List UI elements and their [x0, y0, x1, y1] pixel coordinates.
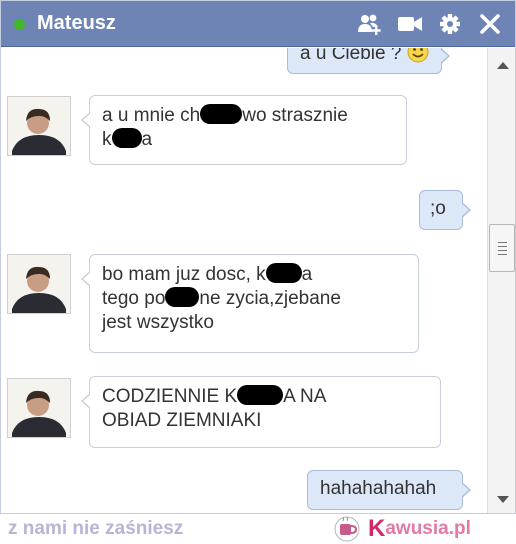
coffee-cup-icon [334, 516, 360, 542]
avatar-photo [8, 97, 70, 155]
brand-logo: Kawusia.pl [334, 515, 471, 542]
message-text: bo mam juz dosc, k [102, 264, 266, 285]
censor-bar [265, 263, 302, 283]
message-bubble-outgoing: ;o [419, 190, 471, 230]
censor-bar [200, 104, 243, 124]
contact-name[interactable]: Mateusz [37, 12, 116, 35]
message-bubble-outgoing: hahahahahah [307, 470, 471, 510]
avatar[interactable] [7, 96, 71, 156]
message-text: k [102, 129, 112, 150]
avatar[interactable] [7, 378, 71, 438]
avatar[interactable] [7, 254, 71, 314]
scroll-up-arrow-icon[interactable] [497, 62, 509, 69]
scroll-thumb[interactable] [489, 224, 515, 272]
scroll-down-arrow-icon[interactable] [497, 496, 509, 503]
grip-line [498, 254, 507, 255]
message-text: OBIAD ZIEMNIAKI [102, 410, 262, 431]
message-text: a [301, 264, 313, 285]
grip-line [498, 242, 507, 243]
message-text: a [141, 129, 153, 150]
message-text: a u mnie ch [102, 105, 201, 126]
chat-titlebar[interactable]: Mateusz [1, 1, 515, 47]
grip-line [498, 246, 507, 247]
censor-bar [111, 128, 142, 148]
online-status-icon [14, 19, 25, 30]
message-text: a u Ciebie ? [300, 48, 407, 64]
message-text: hahahahahah [320, 478, 437, 499]
brand-initial: K [368, 515, 386, 542]
gear-icon[interactable] [437, 12, 463, 36]
smile-emoji [407, 48, 429, 63]
slogan-text: z nami nie zaśniesz [8, 518, 184, 539]
message-text: tego po [102, 288, 166, 309]
message-text: ;o [430, 198, 446, 219]
message-text: CODZIENNIE K [102, 386, 238, 407]
message-bubble-incoming: CODZIENNIE K A NA OBIAD ZIEMNIAKI [81, 376, 441, 448]
titlebar-actions [357, 12, 503, 36]
message-text: A NA [283, 386, 327, 407]
message-bubble-outgoing: a u Ciebie ? [287, 48, 450, 74]
video-call-icon[interactable] [397, 12, 423, 36]
grip-line [498, 250, 507, 251]
message-text: wo strasznie [242, 105, 348, 126]
add-friends-icon[interactable] [357, 12, 383, 36]
message-bubble-incoming: bo mam juz dosc, k a tego po ne zycia,zjeb… [81, 254, 419, 353]
censor-bar [165, 287, 200, 307]
chat-window: Mateusz a u Ciebie ? a u mnie ch wo stra… [0, 0, 516, 514]
message-scrollbar[interactable] [487, 48, 515, 513]
message-text: jest wszystko [102, 312, 214, 333]
censor-bar [237, 385, 284, 405]
avatar-photo [8, 379, 70, 437]
avatar-photo [8, 255, 70, 313]
message-list[interactable]: a u Ciebie ? a u mnie ch wo strasznie ka … [1, 48, 485, 513]
message-text: ne zycia,zjebane [199, 288, 341, 309]
brand-name: awusia.pl [385, 518, 471, 539]
message-bubble-incoming: a u mnie ch wo strasznie k a [81, 95, 407, 165]
close-icon[interactable] [477, 12, 503, 36]
watermark-footer: z nami nie zaśniesz Kawusia.pl [0, 514, 516, 544]
